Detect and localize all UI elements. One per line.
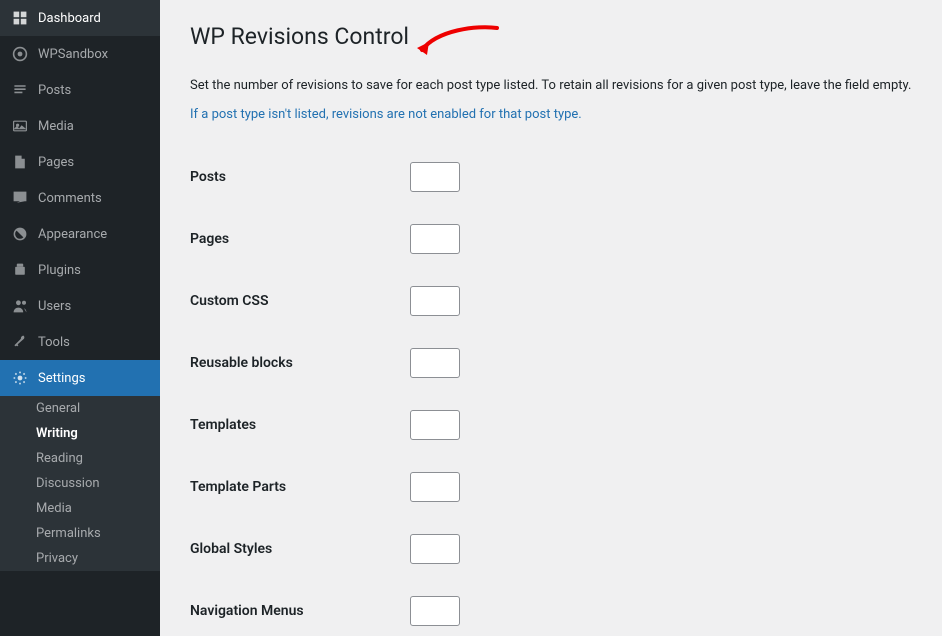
- submenu-item-privacy[interactable]: Privacy: [0, 546, 160, 571]
- revisions-form-table: Posts Pages Custom CSS Reusable blocks: [190, 146, 912, 636]
- dashboard-icon: [10, 8, 30, 28]
- field-input-posts[interactable]: [410, 162, 460, 192]
- field-input-templates[interactable]: [410, 410, 460, 440]
- sidebar-item-plugins[interactable]: Plugins: [0, 252, 160, 288]
- sidebar-item-posts[interactable]: Posts: [0, 72, 160, 108]
- sidebar-item-users[interactable]: Users: [0, 288, 160, 324]
- main-content: WP Revisions Control Set the number of r…: [160, 0, 942, 636]
- settings-submenu: General Writing Reading Discussion Media…: [0, 396, 160, 571]
- sidebar-item-pages[interactable]: Pages: [0, 144, 160, 180]
- description-line1: Set the number of revisions to save for …: [190, 76, 912, 97]
- table-row-posts: Posts: [190, 146, 912, 208]
- red-arrow-annotation: [417, 20, 507, 64]
- table-row-templates: Templates: [190, 394, 912, 456]
- submenu-item-discussion[interactable]: Discussion: [0, 471, 160, 496]
- sidebar-item-settings[interactable]: Settings: [0, 360, 160, 396]
- submenu-item-media[interactable]: Media: [0, 496, 160, 521]
- field-input-template-parts[interactable]: [410, 472, 460, 502]
- page-title: WP Revisions Control: [190, 23, 409, 50]
- posts-icon: [10, 80, 30, 100]
- field-input-navigation-menus[interactable]: [410, 596, 460, 626]
- sidebar-item-media-label: Media: [38, 119, 74, 134]
- sidebar-item-users-label: Users: [38, 299, 71, 314]
- field-label-templates: Templates: [190, 417, 256, 433]
- sidebar-item-wpsandbox-label: WPSandbox: [38, 47, 108, 62]
- field-input-pages[interactable]: [410, 224, 460, 254]
- appearance-icon: [10, 224, 30, 244]
- sidebar-item-wpsandbox[interactable]: WPSandbox: [0, 36, 160, 72]
- field-input-global-styles[interactable]: [410, 534, 460, 564]
- table-row-global-styles: Global Styles: [190, 518, 912, 580]
- sidebar-item-appearance-label: Appearance: [38, 227, 107, 242]
- tools-icon: [10, 332, 30, 352]
- sidebar-item-appearance[interactable]: Appearance: [0, 216, 160, 252]
- field-label-pages: Pages: [190, 231, 229, 247]
- submenu-item-general[interactable]: General: [0, 396, 160, 421]
- settings-icon: [10, 368, 30, 388]
- table-row-custom-css: Custom CSS: [190, 270, 912, 332]
- field-input-reusable-blocks[interactable]: [410, 348, 460, 378]
- field-label-posts: Posts: [190, 169, 226, 185]
- submenu-item-permalinks[interactable]: Permalinks: [0, 521, 160, 546]
- field-label-global-styles: Global Styles: [190, 541, 272, 557]
- sidebar-item-tools[interactable]: Tools: [0, 324, 160, 360]
- sidebar-item-settings-label: Settings: [38, 371, 85, 386]
- table-row-reusable-blocks: Reusable blocks: [190, 332, 912, 394]
- sidebar-item-comments-label: Comments: [38, 191, 102, 206]
- sidebar-item-posts-label: Posts: [38, 83, 71, 98]
- users-icon: [10, 296, 30, 316]
- sidebar-item-pages-label: Pages: [38, 155, 74, 170]
- table-row-navigation-menus: Navigation Menus: [190, 580, 912, 636]
- field-input-custom-css[interactable]: [410, 286, 460, 316]
- wpsandbox-icon: [10, 44, 30, 64]
- sidebar: Dashboard WPSandbox Posts Media Pages Co…: [0, 0, 160, 636]
- pages-icon: [10, 152, 30, 172]
- sidebar-item-tools-label: Tools: [38, 335, 70, 350]
- sidebar-item-media[interactable]: Media: [0, 108, 160, 144]
- comments-icon: [10, 188, 30, 208]
- submenu-item-reading[interactable]: Reading: [0, 446, 160, 471]
- submenu-item-writing[interactable]: Writing: [0, 421, 160, 446]
- media-icon: [10, 116, 30, 136]
- plugins-icon: [10, 260, 30, 280]
- sidebar-item-dashboard[interactable]: Dashboard: [0, 0, 160, 36]
- field-label-reusable-blocks: Reusable blocks: [190, 355, 293, 371]
- sidebar-item-comments[interactable]: Comments: [0, 180, 160, 216]
- sidebar-item-dashboard-label: Dashboard: [38, 11, 101, 26]
- sidebar-item-plugins-label: Plugins: [38, 263, 81, 278]
- field-label-navigation-menus: Navigation Menus: [190, 603, 304, 619]
- field-label-template-parts: Template Parts: [190, 479, 286, 495]
- field-label-custom-css: Custom CSS: [190, 293, 269, 309]
- table-row-pages: Pages: [190, 208, 912, 270]
- table-row-template-parts: Template Parts: [190, 456, 912, 518]
- description-line2: If a post type isn't listed, revisions a…: [190, 105, 912, 126]
